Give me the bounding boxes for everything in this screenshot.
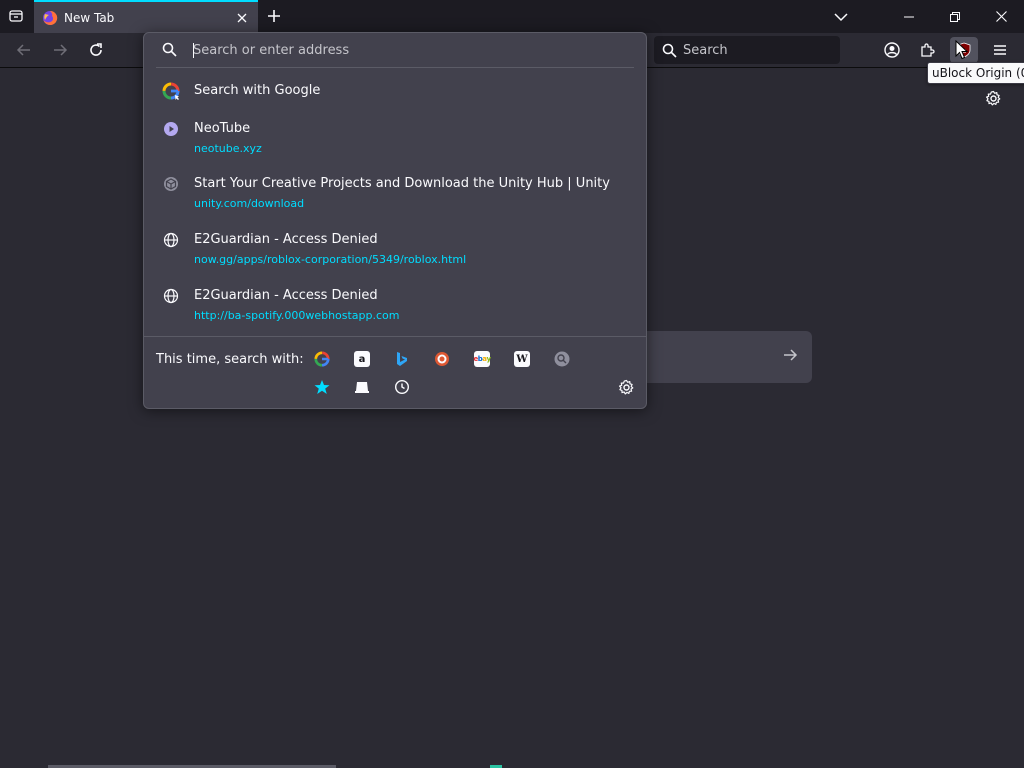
forward-arrow-icon bbox=[54, 44, 68, 56]
address-input[interactable] bbox=[193, 38, 623, 62]
forward-button[interactable] bbox=[46, 37, 74, 63]
gear-icon bbox=[985, 90, 1000, 105]
result-url: neotube.xyz bbox=[194, 142, 262, 155]
reload-button[interactable] bbox=[82, 37, 110, 63]
result-row-neotube[interactable]: NeoTube neotube.xyz bbox=[148, 113, 642, 161]
bookmarks-star-icon[interactable] bbox=[312, 377, 332, 397]
account-button[interactable] bbox=[878, 37, 906, 63]
text-caret bbox=[193, 43, 194, 58]
firefox-view-button[interactable] bbox=[4, 4, 28, 28]
tabs-icon[interactable] bbox=[352, 377, 372, 397]
search-bar[interactable]: Search bbox=[654, 36, 840, 64]
unity-icon bbox=[162, 175, 180, 193]
urlbar-input-row bbox=[144, 33, 646, 67]
gear-icon bbox=[618, 379, 633, 394]
ublock-tooltip: uBlock Origin (0) bbox=[927, 62, 1024, 84]
divider bbox=[156, 67, 634, 68]
google-icon bbox=[162, 82, 180, 100]
result-url: now.gg/apps/roblox-corporation/5349/robl… bbox=[194, 253, 467, 266]
account-icon bbox=[884, 42, 900, 58]
bing-icon[interactable] bbox=[392, 349, 412, 369]
history-icon[interactable] bbox=[392, 377, 412, 397]
result-row-e2guardian-spotify[interactable]: E2Guardian - Access Denied http://ba-spo… bbox=[148, 280, 642, 328]
mouse-cursor-icon bbox=[955, 40, 969, 60]
result-row-unity[interactable]: Start Your Creative Projects and Downloa… bbox=[148, 168, 642, 216]
reload-icon bbox=[90, 43, 102, 56]
result-row-e2guardian-roblox[interactable]: E2Guardian - Access Denied now.gg/apps/r… bbox=[148, 224, 642, 272]
tab-title: New Tab bbox=[64, 10, 115, 25]
result-url: unity.com/download bbox=[194, 197, 305, 210]
restore-button[interactable] bbox=[932, 0, 978, 33]
minimize-button[interactable] bbox=[886, 0, 932, 33]
result-title: Start Your Creative Projects and Downloa… bbox=[194, 176, 610, 191]
ebay-icon[interactable]: ebay bbox=[472, 349, 492, 369]
title-bar: New Tab bbox=[0, 0, 1024, 33]
search-engines-label: This time, search with: bbox=[156, 352, 304, 367]
result-row-search-google[interactable]: Search with Google bbox=[148, 75, 642, 107]
neotube-icon bbox=[162, 120, 180, 138]
wikipedia-icon[interactable]: W bbox=[512, 349, 532, 369]
search-icon bbox=[662, 43, 677, 58]
hamburger-menu-icon bbox=[994, 45, 1006, 55]
plus-icon bbox=[268, 10, 280, 22]
close-window-button[interactable] bbox=[978, 0, 1024, 33]
customize-newtab-button[interactable] bbox=[983, 88, 1003, 108]
amazon-icon[interactable]: a bbox=[352, 349, 372, 369]
search-icon bbox=[162, 42, 177, 61]
result-title: E2Guardian - Access Denied bbox=[194, 288, 378, 303]
back-arrow-icon bbox=[16, 44, 30, 56]
result-title: NeoTube bbox=[194, 121, 251, 136]
menu-button[interactable] bbox=[986, 37, 1014, 63]
chevron-down-icon bbox=[834, 12, 848, 21]
new-tab-button[interactable] bbox=[262, 4, 286, 28]
minimize-icon bbox=[904, 16, 914, 17]
extensions-button[interactable] bbox=[914, 37, 942, 63]
globe-icon bbox=[162, 231, 180, 249]
urlbar-popup: Search with Google NeoTube neotube.xyz S… bbox=[143, 32, 647, 409]
tab-new-tab[interactable]: New Tab bbox=[34, 0, 258, 33]
search-engine-icon[interactable] bbox=[552, 349, 572, 369]
close-tab-icon[interactable] bbox=[232, 8, 252, 28]
globe-icon bbox=[162, 287, 180, 305]
arrow-right-icon[interactable] bbox=[782, 347, 798, 367]
search-settings-button[interactable] bbox=[616, 377, 636, 397]
result-title: Search with Google bbox=[194, 83, 321, 98]
divider bbox=[144, 336, 646, 337]
puzzle-piece-icon bbox=[921, 43, 935, 57]
duckduckgo-icon[interactable] bbox=[432, 349, 452, 369]
firefox-view-icon bbox=[9, 10, 23, 22]
firefox-icon bbox=[42, 10, 58, 26]
back-button[interactable] bbox=[10, 37, 38, 63]
result-title: E2Guardian - Access Denied bbox=[194, 232, 378, 247]
google-icon[interactable] bbox=[312, 349, 332, 369]
close-icon bbox=[995, 11, 1007, 22]
result-url: http://ba-spotify.000webhostapp.com bbox=[194, 309, 400, 322]
list-all-tabs-button[interactable] bbox=[818, 0, 864, 33]
search-bar-placeholder: Search bbox=[683, 42, 728, 58]
restore-icon bbox=[950, 11, 960, 22]
